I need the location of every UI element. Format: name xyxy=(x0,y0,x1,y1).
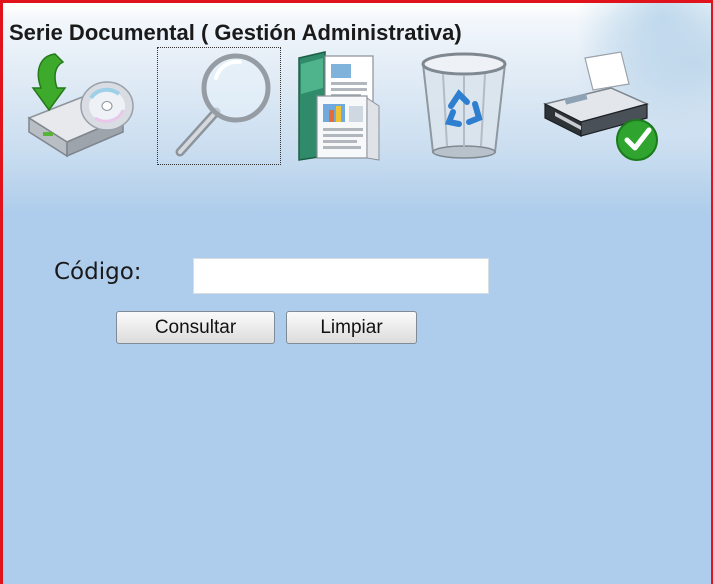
code-input[interactable] xyxy=(193,258,489,294)
app-panel: Serie Documental ( Gestión Administrativ… xyxy=(0,0,713,584)
search-magnifier-icon xyxy=(175,53,271,157)
toolbar-print-button[interactable] xyxy=(535,48,661,164)
toolbar xyxy=(15,47,675,168)
recycle-bin-icon xyxy=(421,52,507,159)
toolbar-documents-button[interactable] xyxy=(295,48,395,164)
page-title: Serie Documental ( Gestión Administrativ… xyxy=(9,20,462,45)
save-to-disk-icon xyxy=(27,53,134,158)
clear-button[interactable]: Limpiar xyxy=(286,311,417,344)
code-label: Código: xyxy=(54,259,142,285)
toolbar-delete-button[interactable] xyxy=(413,48,517,164)
printer-icon xyxy=(542,51,658,161)
documents-folder-icon xyxy=(298,51,380,161)
toolbar-save-button[interactable] xyxy=(15,48,143,164)
toolbar-search-button[interactable] xyxy=(157,47,281,165)
consult-button[interactable]: Consultar xyxy=(116,311,275,344)
